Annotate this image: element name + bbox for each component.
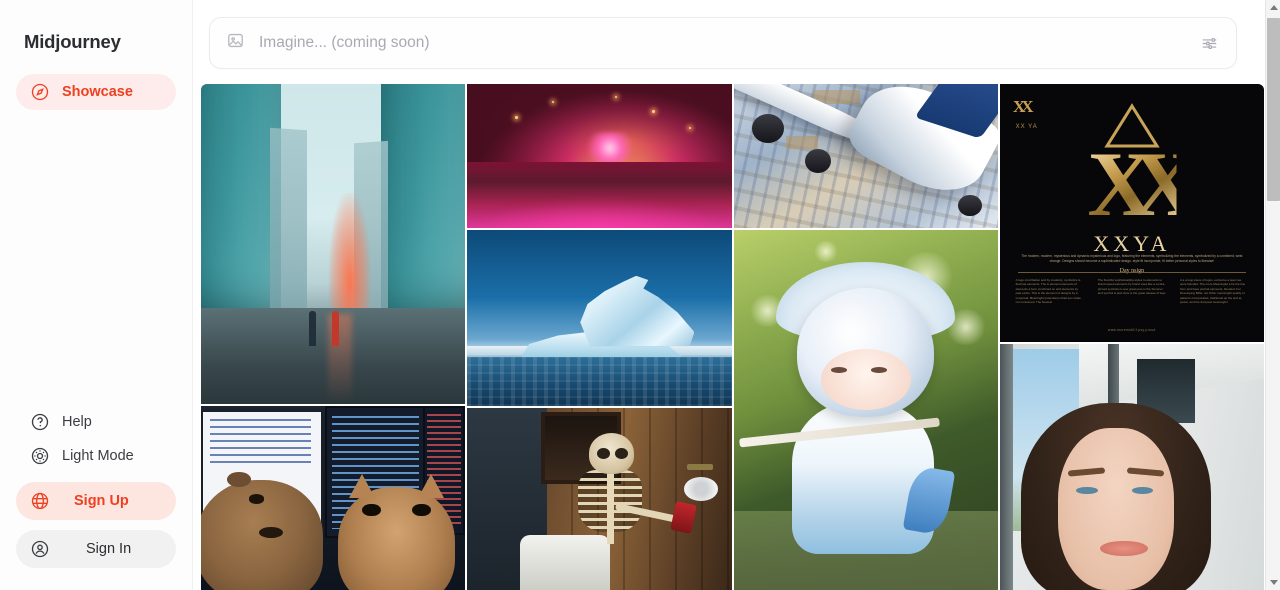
- vertical-scrollbar[interactable]: [1265, 0, 1280, 590]
- artwork-flute-figurine: [733, 230, 998, 590]
- poster-divider: [1018, 272, 1246, 274]
- artwork-woman-portrait-window: [999, 344, 1264, 590]
- artwork-glass-polar-bear-iceberg: [467, 230, 732, 406]
- poster-body-text: The modern, modern, mysterious and dynam…: [1021, 254, 1243, 264]
- grid-tile-woman-portrait-window[interactable]: [999, 344, 1264, 590]
- sign-up-button[interactable]: Sign Up: [16, 482, 176, 520]
- grid-tile-watercolor-airliner[interactable]: [733, 84, 998, 228]
- grid-tile-glass-polar-bear-iceberg[interactable]: [467, 230, 732, 406]
- poster-corner-submark: XX YA: [1015, 123, 1038, 130]
- image-icon: [226, 31, 245, 55]
- sidebar-item-label: Showcase: [62, 84, 133, 100]
- globe-icon: [30, 491, 50, 511]
- artwork-capybara-and-cat-monitors: [201, 406, 466, 590]
- sun-icon: [30, 446, 50, 466]
- compass-icon: [30, 82, 50, 102]
- sidebar-item-light-mode[interactable]: Light Mode: [16, 440, 176, 472]
- sign-in-button[interactable]: Sign In: [16, 530, 176, 568]
- app-root: Midjourney Showcase Help Light Mode Sign…: [0, 0, 1280, 590]
- grid-column: XX XX YA XX XXYA The modern, modern, mys…: [999, 84, 1264, 590]
- sidebar-item-help[interactable]: Help: [16, 406, 176, 438]
- grid-column: [733, 84, 998, 590]
- search-input[interactable]: [245, 34, 1196, 52]
- grid-tile-flute-figurine[interactable]: [733, 230, 998, 590]
- artwork-foggy-city-corridor: [201, 84, 466, 404]
- showcase-grid: XX XX YA XX XXYA The modern, modern, mys…: [193, 84, 1280, 590]
- poster-column-text: A logo incorlbation and by creativity, s…: [1015, 277, 1081, 305]
- scroll-down-arrow[interactable]: [1266, 575, 1280, 590]
- sliders-icon[interactable]: [1196, 30, 1222, 56]
- brand-title: Midjourney: [24, 31, 121, 52]
- artwork-watercolor-airliner: [733, 84, 998, 228]
- grid-tile-foggy-city-corridor[interactable]: [201, 84, 466, 404]
- artwork-xxya-gold-poster: XX XX YA XX XXYA The modern, modern, mys…: [999, 84, 1264, 342]
- artwork-magenta-lava-cave: [467, 84, 732, 228]
- sidebar-nav-bottom: Help Light Mode Sign Up Sign In: [0, 406, 192, 590]
- grid-column: [467, 84, 732, 590]
- top-bar: [193, 0, 1280, 84]
- question-circle-icon: [30, 412, 50, 432]
- grid-tile-magenta-lava-cave[interactable]: [467, 84, 732, 228]
- user-circle-icon: [30, 539, 50, 559]
- sign-in-label: Sign In: [86, 541, 132, 557]
- sidebar-item-showcase[interactable]: Showcase: [16, 74, 176, 110]
- sidebar-item-label: Light Mode: [62, 448, 134, 464]
- poster-wordmark: XXYA: [1093, 231, 1171, 257]
- poster-big-letters: XX: [1087, 132, 1198, 235]
- grid-tile-skeleton-in-bathroom[interactable]: [467, 408, 732, 590]
- sidebar-nav-top: Showcase: [0, 62, 192, 110]
- sidebar-item-label: Help: [62, 414, 92, 430]
- grid-column: [201, 84, 466, 590]
- sign-up-label: Sign Up: [74, 493, 129, 509]
- search-bar[interactable]: [209, 17, 1237, 69]
- scroll-thumb[interactable]: [1267, 18, 1280, 201]
- poster-corner-mark: XX: [1012, 96, 1033, 116]
- poster-column-text: The blockful sophisticalpha styles to el…: [1097, 277, 1166, 296]
- grid-tile-capybara-and-cat-monitors[interactable]: [201, 406, 466, 590]
- poster-columns: A logo incorlbation and by creativity, s…: [1016, 278, 1249, 305]
- poster-column-text: A a a logo piece of logos, exclusive a t…: [1179, 277, 1246, 305]
- poster-footer-text: www.moremidilif.psy.proud: [1108, 327, 1156, 332]
- scroll-up-arrow[interactable]: [1266, 0, 1280, 15]
- main-content: XX XX YA XX XXYA The modern, modern, mys…: [193, 0, 1280, 590]
- grid-tile-xxya-gold-poster[interactable]: XX XX YA XX XXYA The modern, modern, mys…: [999, 84, 1264, 342]
- sidebar: Midjourney Showcase Help Light Mode Sign…: [0, 0, 193, 590]
- artwork-skeleton-in-bathroom: [467, 408, 732, 590]
